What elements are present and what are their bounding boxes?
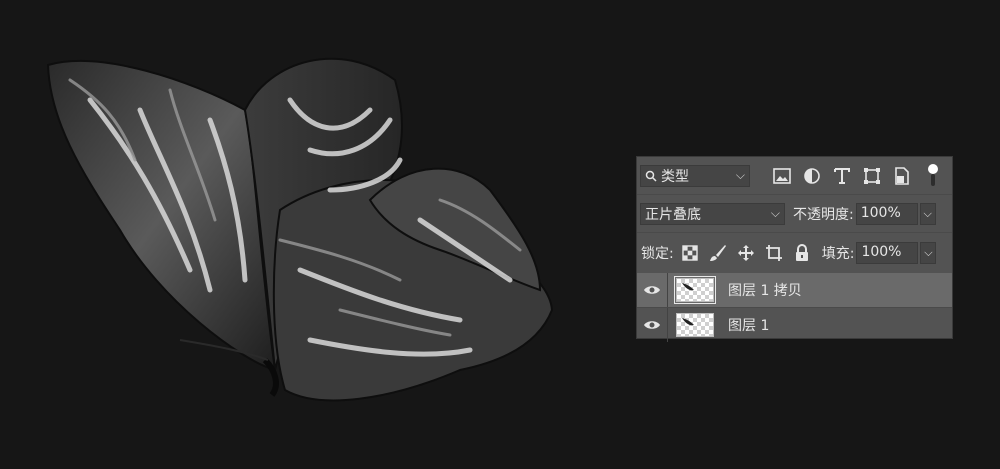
lock-transparent-pixels-icon[interactable] <box>680 243 700 263</box>
filter-type-dropdown[interactable]: 类型 ⌵ <box>640 164 750 187</box>
layer-row[interactable]: 图层 1 <box>637 307 952 342</box>
opacity-input[interactable]: 100% <box>855 202 918 225</box>
visibility-eye-icon[interactable] <box>637 307 668 342</box>
layer-thumbnail <box>674 276 716 304</box>
layer-name[interactable]: 图层 1 拷贝 <box>728 280 802 300</box>
layers-panel: 类型 ⌵ 正片叠底 ⌵ 不透明度: 100% ⌵ 锁定: 填充: 100% ⌵ … <box>636 156 953 342</box>
butterfly-artwork <box>46 57 554 402</box>
filter-toggle-switch[interactable] <box>928 163 938 188</box>
chevron-down-icon: ⌵ <box>770 205 780 220</box>
chevron-down-icon: ⌵ <box>923 206 932 220</box>
lock-fill-bar: 锁定: 填充: 100% ⌵ <box>637 233 952 273</box>
lock-label: 锁定: <box>641 246 674 262</box>
chevron-down-icon: ⌵ <box>924 246 933 259</box>
smart-object-filter-icon[interactable] <box>892 166 912 186</box>
lock-artboard-crop-icon[interactable] <box>764 243 784 263</box>
search-icon <box>645 170 657 182</box>
blend-mode-dropdown[interactable]: 正片叠底 ⌵ <box>640 202 785 225</box>
layer-filter-bar: 类型 ⌵ <box>637 157 952 195</box>
opacity-label: 不透明度: <box>793 206 854 223</box>
lock-all-icon[interactable] <box>792 243 812 263</box>
lock-position-move-icon[interactable] <box>736 243 756 263</box>
image-filter-icon[interactable] <box>772 166 792 186</box>
fill-dropdown-button[interactable]: ⌵ <box>920 242 937 264</box>
lock-image-pixels-brush-icon[interactable] <box>708 243 728 263</box>
chevron-down-icon: ⌵ <box>735 167 745 182</box>
type-filter-icon[interactable] <box>832 166 852 186</box>
fill-input[interactable]: 100% <box>856 242 919 264</box>
blend-mode-value: 正片叠底 <box>645 206 701 223</box>
layer-thumbnail <box>676 312 714 337</box>
fill-label: 填充: <box>821 246 855 262</box>
visibility-eye-icon[interactable] <box>637 273 668 307</box>
layer-row[interactable]: 图层 1 拷贝 <box>637 273 952 307</box>
layer-name[interactable]: 图层 1 <box>728 315 769 335</box>
blend-opacity-bar: 正片叠底 ⌵ 不透明度: 100% ⌵ <box>637 195 952 233</box>
opacity-dropdown-button[interactable]: ⌵ <box>919 202 936 225</box>
shape-filter-icon[interactable] <box>862 166 882 186</box>
filter-type-label: 类型 <box>661 168 689 185</box>
adjustment-filter-icon[interactable] <box>802 166 822 186</box>
